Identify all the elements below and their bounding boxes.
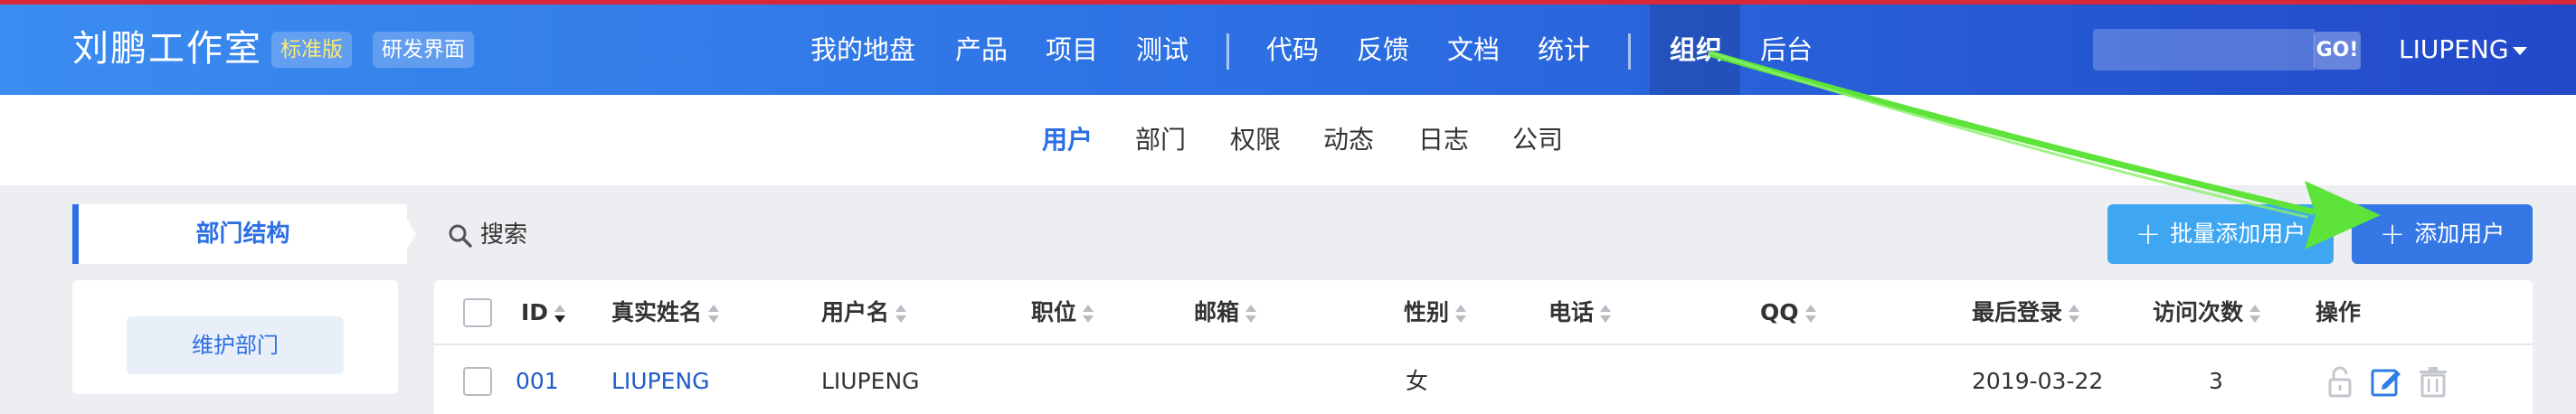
edition-badge: 标准版 (271, 32, 352, 68)
nav-item-code[interactable]: 代码 (1266, 32, 1319, 68)
search-icon (449, 224, 472, 248)
sort-icon (1245, 305, 1257, 323)
mode-badge[interactable]: 研发界面 (373, 32, 474, 68)
select-all-checkbox[interactable] (463, 298, 492, 327)
cell-username: LIUPENG (821, 368, 920, 394)
trash-icon[interactable] (2417, 365, 2449, 398)
nav-item-project[interactable]: 项目 (1046, 32, 1098, 68)
col-actions: 操作 (2316, 299, 2362, 325)
unlock-icon[interactable] (2326, 365, 2353, 398)
search-toggle[interactable]: 搜索 (448, 217, 527, 253)
nav-separator (1226, 33, 1229, 70)
maintain-dept-button[interactable]: 维护部门 (127, 316, 344, 374)
user-name: LIUPENG (2399, 34, 2509, 64)
sort-icon (1083, 305, 1094, 323)
subnav-item-permissions[interactable]: 权限 (1230, 122, 1281, 158)
col-id-label: ID (521, 299, 549, 325)
col-phone[interactable]: 电话 (1548, 296, 1612, 329)
subnav-item-activity[interactable]: 动态 (1323, 122, 1374, 158)
cell-gender: 女 (1406, 368, 1429, 394)
user-table: ID 真实姓名 用户名 职位 邮箱 性别 电话 QQ 最后登录 访问次数 操作 (434, 280, 2533, 414)
nav-item-admin[interactable]: 后台 (1760, 32, 1813, 68)
subnav-item-users[interactable]: 用户 (1042, 122, 1093, 158)
row-checkbox[interactable] (463, 367, 492, 396)
cell-last-login: 2019-03-22 (1972, 368, 2104, 394)
col-gender[interactable]: 性别 (1404, 296, 1467, 329)
user-menu[interactable]: LIUPENG (2399, 32, 2527, 68)
sub-navigation: 用户 部门 权限 动态 日志 公司 (0, 95, 2576, 185)
sort-icon (708, 305, 720, 323)
col-visits[interactable]: 访问次数 (2153, 296, 2261, 329)
dept-structure-tab[interactable]: 部门结构 (72, 204, 407, 264)
brand-title[interactable]: 刘鹏工作室 (72, 26, 262, 71)
top-header: 刘鹏工作室 标准版 研发界面 我的地盘 产品 项目 测试 代码 反馈 文档 统计… (0, 5, 2576, 95)
sort-desc-icon (554, 305, 566, 323)
col-realname[interactable]: 真实姓名 (611, 296, 720, 329)
sort-icon (2069, 305, 2080, 323)
search-label: 搜索 (480, 221, 528, 249)
sort-icon (895, 305, 907, 323)
plus-icon: + (2379, 216, 2406, 252)
col-username[interactable]: 用户名 (821, 296, 907, 329)
nav-item-my-dashboard[interactable]: 我的地盘 (810, 32, 915, 68)
col-position-label: 职位 (1031, 299, 1077, 325)
nav-item-docs[interactable]: 文档 (1447, 32, 1500, 68)
nav-item-test[interactable]: 测试 (1136, 32, 1189, 68)
col-qq[interactable]: QQ (1760, 296, 1817, 329)
nav-item-stats[interactable]: 统计 (1538, 32, 1590, 68)
col-position[interactable]: 职位 (1031, 296, 1094, 329)
edit-icon[interactable] (2370, 365, 2402, 398)
batch-add-label: 批量添加用户 (2170, 221, 2306, 247)
nav-item-org[interactable]: 组织 (1670, 32, 1722, 68)
sort-icon (1600, 305, 1612, 323)
col-email-label: 邮箱 (1194, 299, 1240, 325)
subnav-item-departments[interactable]: 部门 (1135, 122, 1186, 158)
sort-icon (1804, 305, 1816, 323)
subnav-item-company[interactable]: 公司 (1512, 122, 1563, 158)
nav-item-product[interactable]: 产品 (955, 32, 1008, 68)
sort-icon (2249, 305, 2261, 323)
nav-item-feedback[interactable]: 反馈 (1357, 32, 1409, 68)
add-user-label: 添加用户 (2414, 221, 2505, 247)
search-go-button[interactable]: GO! (2314, 32, 2361, 70)
cell-id[interactable]: 001 (516, 365, 559, 398)
sort-icon (1455, 305, 1467, 323)
caret-down-icon (2512, 46, 2527, 55)
dept-panel: 维护部门 (72, 280, 398, 394)
col-last-login-label: 最后登录 (1972, 299, 2063, 325)
add-user-button[interactable]: + 添加用户 (2352, 204, 2533, 264)
cell-realname[interactable]: LIUPENG (611, 365, 710, 398)
col-phone-label: 电话 (1548, 299, 1595, 325)
col-email[interactable]: 邮箱 (1194, 296, 1257, 329)
nav-separator (1628, 33, 1631, 70)
col-qq-label: QQ (1760, 299, 1799, 325)
plus-icon: + (2135, 216, 2162, 252)
table-row: 001 LIUPENG LIUPENG 女 2019-03-22 3 (434, 347, 2533, 414)
col-username-label: 用户名 (821, 299, 890, 325)
cell-visits: 3 (2209, 368, 2223, 394)
table-header: ID 真实姓名 用户名 职位 邮箱 性别 电话 QQ 最后登录 访问次数 操作 (434, 280, 2533, 345)
col-last-login[interactable]: 最后登录 (1972, 296, 2080, 329)
col-realname-label: 真实姓名 (611, 299, 703, 325)
col-visits-label: 访问次数 (2153, 299, 2244, 325)
batch-add-user-button[interactable]: + 批量添加用户 (2107, 204, 2334, 264)
col-id[interactable]: ID (521, 296, 566, 329)
dept-tab-arrow (398, 204, 416, 264)
col-gender-label: 性别 (1404, 299, 1450, 325)
global-search-input[interactable] (2093, 29, 2315, 71)
subnav-item-logs[interactable]: 日志 (1418, 122, 1469, 158)
